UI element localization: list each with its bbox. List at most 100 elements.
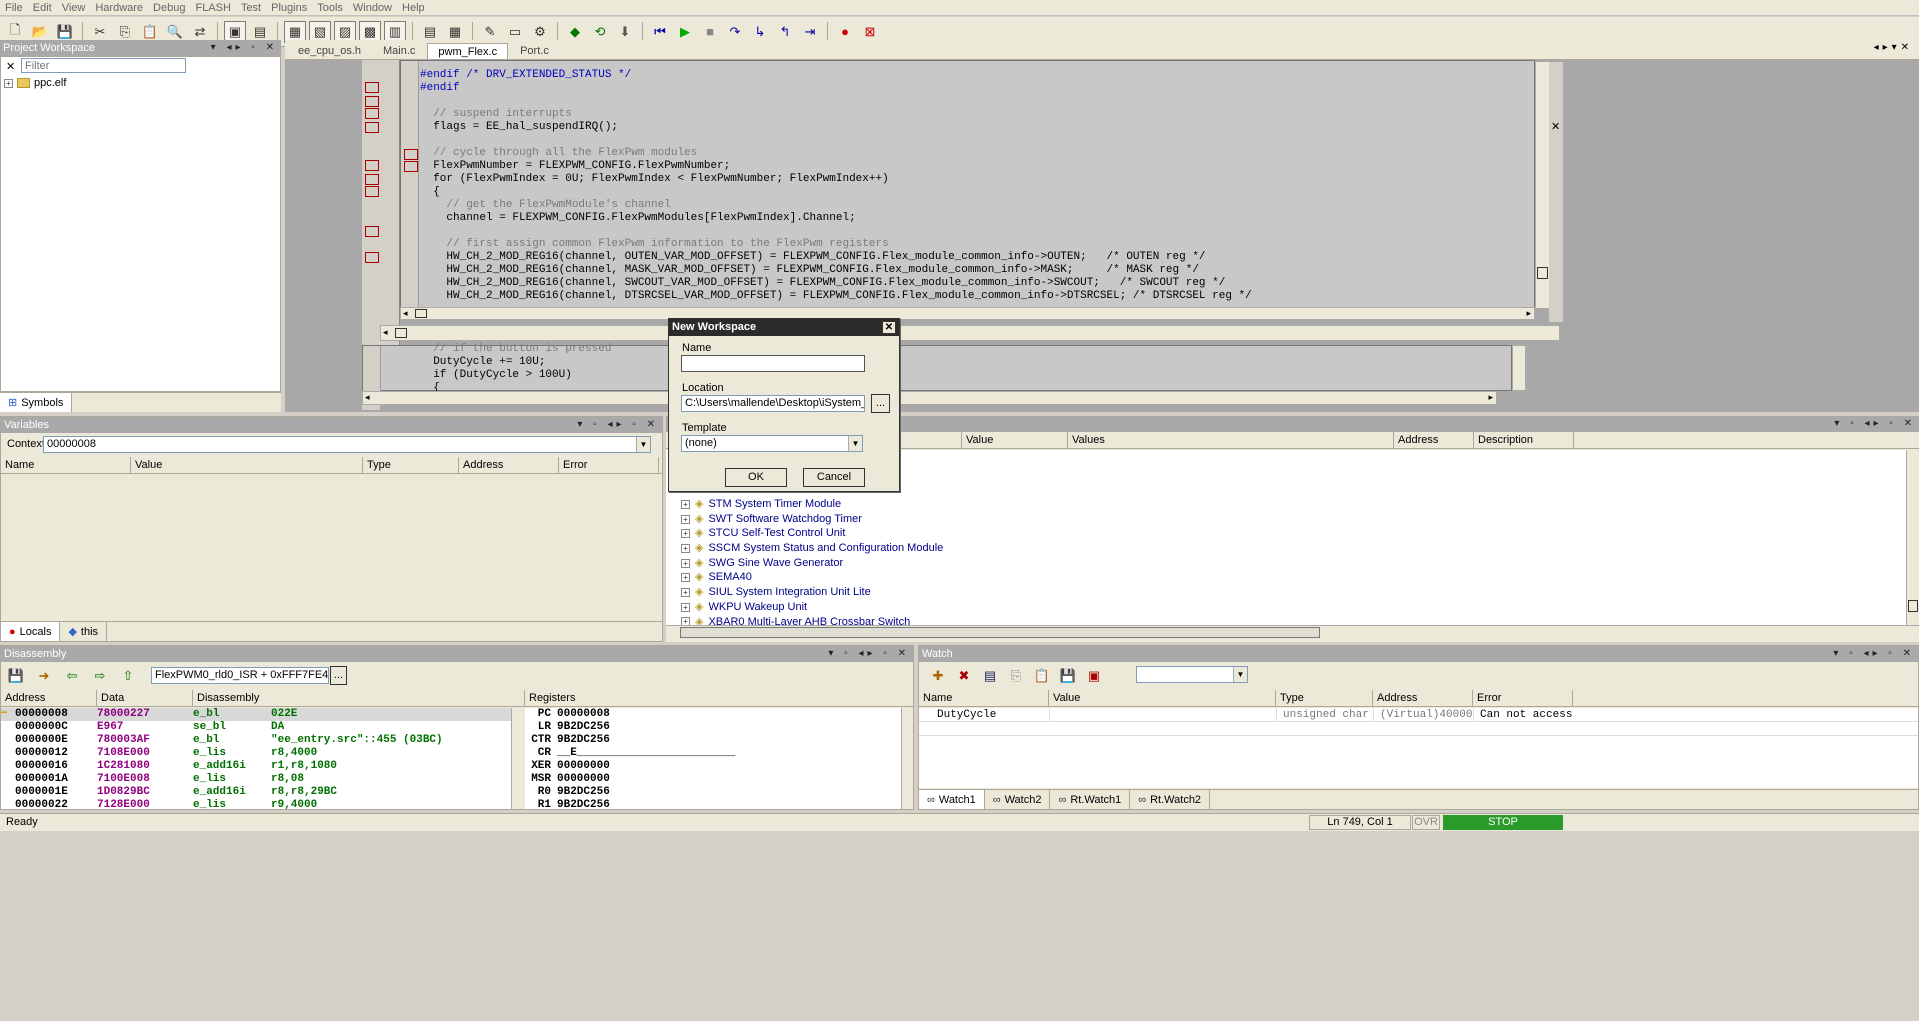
scroll-left-icon[interactable]: ◂ [403, 308, 408, 319]
menu-debug[interactable]: Debug [148, 2, 190, 14]
tab-scroll-icon[interactable]: ◂▸▾✕ [1874, 42, 1913, 53]
disasm-scrollbar[interactable] [511, 708, 523, 809]
register-row[interactable]: XER 00000000 [525, 760, 901, 773]
cancel-button[interactable]: Cancel [803, 468, 865, 487]
register-row[interactable]: PC 00000008 [525, 708, 901, 721]
registers-list[interactable]: PC 00000008 LR 9B2DC256 CTR 9B2DC256 CR __E____… [525, 708, 901, 812]
menu-hardware[interactable]: Hardware [90, 2, 148, 14]
breakpoint-gutter-bottom[interactable] [363, 346, 381, 392]
watch-list[interactable]: DutyCycle unsigned char (Virtual)40000 C… [919, 708, 1918, 788]
disasm-row[interactable]: 00000016 1C281080 e_add16i r1,r8,1080 [1, 760, 511, 773]
filter-input[interactable] [21, 58, 186, 73]
up-icon[interactable]: ⇧ [117, 665, 139, 687]
expand-icon[interactable]: + [681, 573, 690, 583]
register-row[interactable]: R0 9B2DC256 [525, 786, 901, 799]
breakpoint-gutter[interactable] [401, 61, 419, 309]
panel-controls-icon[interactable]: ▾ ▫ ◂▸ ▫ ✕ [828, 646, 910, 662]
sfr-item[interactable]: + ◈ STCU Self-Test Control Unit [681, 526, 943, 541]
panel-controls-icon[interactable]: ▾ ▫ ◂▸ ▫ ✕ [577, 417, 659, 433]
tree-item-ppc-elf[interactable]: + ppc.elf [4, 77, 66, 89]
watch-copy-icon[interactable]: ⎘ [1005, 665, 1027, 687]
menu-help[interactable]: Help [397, 2, 430, 14]
editor-side-controls[interactable]: ✕ [1549, 62, 1563, 322]
tab-pwm-flex-c[interactable]: pwm_Flex.c [427, 43, 509, 59]
watch-expression-combo[interactable]: ▼ [1136, 666, 1248, 683]
forward-icon[interactable]: ⇨ [89, 665, 111, 687]
panel-controls-icon[interactable]: ▾ ◂▸ ▫ ✕ [211, 40, 278, 56]
disasm-row[interactable]: ➡ 00000008 78000227 e_bl 022E [1, 708, 511, 721]
register-row[interactable]: CR __E________________________ [525, 747, 901, 760]
sfr-vertical-scrollbar[interactable] [1906, 450, 1919, 625]
sfr-item[interactable]: + ◈ SSCM System Status and Configuration M… [681, 541, 943, 556]
disasm-row[interactable]: 0000001A 7100E008 e_lis r8,08 [1, 773, 511, 786]
expand-icon[interactable]: + [681, 529, 690, 539]
expand-icon[interactable]: + [4, 78, 13, 88]
expand-icon[interactable]: + [681, 558, 690, 568]
tab-locals[interactable]: ● Locals [1, 622, 61, 641]
watch-row-empty[interactable] [919, 722, 1918, 736]
lower-editor-scrollbar[interactable] [1512, 345, 1526, 391]
workspace-name-input[interactable] [681, 355, 865, 372]
register-row[interactable]: CTR 9B2DC256 [525, 734, 901, 747]
sfr-horizontal-scrollbar[interactable] [666, 625, 1919, 639]
menu-window[interactable]: Window [348, 2, 397, 14]
scroll-thumb[interactable] [1908, 600, 1918, 612]
disasm-row[interactable]: 0000001E 1D0829BC e_add16i r8,r8,29BC [1, 786, 511, 799]
watch-export-icon[interactable]: ▣ [1083, 665, 1105, 687]
scroll-thumb[interactable] [415, 309, 427, 318]
tab-this[interactable]: ◆ this [60, 622, 108, 641]
dropdown-arrow-icon[interactable]: ▼ [848, 436, 862, 451]
context-select[interactable]: 00000008 ▼ [43, 436, 651, 453]
scroll-right-icon[interactable]: ▸ [1526, 308, 1531, 319]
menu-view[interactable]: View [57, 2, 91, 14]
sfr-item[interactable]: + ◈ SIUL System Integration Unit Lite [681, 585, 943, 600]
save-icon[interactable]: 💾 [5, 665, 27, 687]
sfr-item[interactable]: + ◈ WKPU Wakeup Unit [681, 600, 943, 615]
close-icon[interactable]: ✕ [882, 321, 896, 334]
expand-icon[interactable]: + [681, 543, 690, 553]
watch-save-icon[interactable]: 💾 [1057, 665, 1079, 687]
menu-tools[interactable]: Tools [312, 2, 348, 14]
menu-file[interactable]: File [0, 2, 28, 14]
scroll-left-icon[interactable]: ◂ [365, 392, 370, 403]
scroll-left-icon[interactable]: ◂ [383, 327, 388, 338]
tab-symbols[interactable]: ⊞ Symbols [0, 393, 73, 412]
menu-plugins[interactable]: Plugins [266, 2, 312, 14]
sfr-item[interactable]: + ◈ SEMA40 [681, 570, 943, 585]
location-input[interactable]: C:\Users\mallende\Desktop\iSystem_CCPDem [681, 395, 865, 412]
expand-icon[interactable]: + [681, 499, 690, 509]
menu-edit[interactable]: Edit [28, 2, 57, 14]
expand-icon[interactable]: + [681, 602, 690, 612]
goto-icon[interactable]: ➜ [33, 665, 55, 687]
browse-button[interactable]: ... [871, 394, 890, 413]
clear-filter-icon[interactable]: ✕ [6, 60, 15, 73]
tab-ee-cpu-os-h[interactable]: ee_cpu_os.h [288, 43, 371, 59]
lower-editor-hscroll[interactable]: ◂ ▸ [362, 391, 1497, 405]
variables-list[interactable] [1, 475, 662, 621]
editor-horizontal-scrollbar-2[interactable]: ◂ [380, 325, 1560, 341]
panel-controls-icon[interactable]: ▾ ▫ ◂▸ ▫ ✕ [1833, 646, 1915, 662]
disasm-row[interactable]: 0000000E 780003AF e_bl "ee_entry.src"::455 … [1, 734, 511, 747]
code-editor-top[interactable]: #endif /* DRV_EXTENDED_STATUS */#endif /… [400, 60, 1535, 309]
scroll-right-icon[interactable]: ▸ [1488, 392, 1493, 403]
ok-button[interactable]: OK [725, 468, 787, 487]
dropdown-arrow-icon[interactable]: ▼ [1233, 667, 1247, 682]
registers-scrollbar[interactable] [901, 708, 913, 809]
disasm-location-input[interactable]: FlexPWM0_rld0_ISR + 0xFFF7FE4C [151, 667, 329, 684]
panel-controls-icon[interactable]: ▾ ▫ ◂▸ ▫ ✕ [1834, 416, 1916, 432]
disassembly-list[interactable]: ➡ 00000008 78000227 e_bl 022E 0000000C E967 se_… [1, 708, 511, 811]
scroll-thumb[interactable] [395, 328, 407, 338]
register-row[interactable]: R1 9B2DC256 [525, 799, 901, 812]
close-split-icon[interactable]: ✕ [1551, 120, 1560, 133]
expand-icon[interactable]: + [681, 514, 690, 524]
tab-rt-watch1[interactable]: ∞ Rt.Watch1 [1050, 790, 1131, 809]
menu-flash[interactable]: FLASH [190, 2, 235, 14]
watch-props-icon[interactable]: ▤ [979, 665, 1001, 687]
sfr-item[interactable]: + ◈ STM System Timer Module [681, 497, 943, 512]
register-row[interactable]: LR 9B2DC256 [525, 721, 901, 734]
code-editor-bottom[interactable]: // if the button is pressed DutyCycle +=… [362, 343, 1512, 394]
tab-port-c[interactable]: Port.c [510, 43, 559, 59]
sfr-item[interactable]: + ◈ SWT Software Watchdog Timer [681, 512, 943, 527]
disasm-row[interactable]: 0000000C E967 se_bl DA [1, 721, 511, 734]
tab-rt-watch2[interactable]: ∞ Rt.Watch2 [1130, 790, 1211, 809]
